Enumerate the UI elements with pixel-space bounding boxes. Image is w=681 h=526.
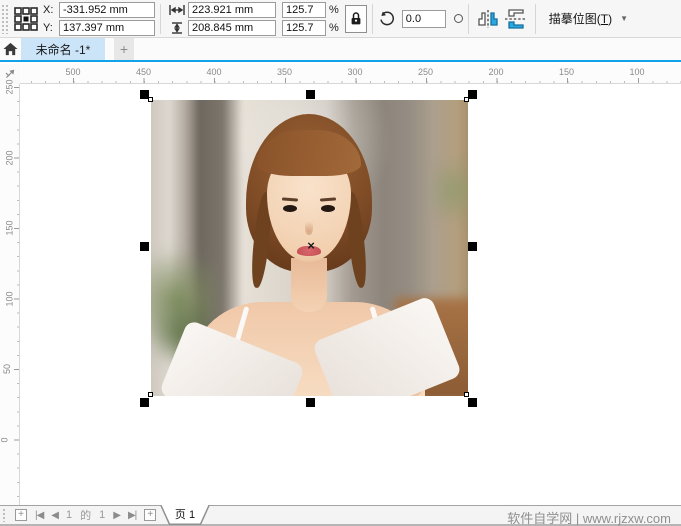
toolbar-grip[interactable] [1,4,8,34]
ruler-label: 50 [2,364,12,374]
separator [468,4,469,34]
add-page-after-button[interactable]: + [144,509,156,521]
ruler-label: 200 [488,67,503,77]
ruler-label: 0 [0,437,10,442]
selection-handle-bottom-right[interactable] [468,398,477,407]
home-icon [3,42,18,56]
ruler-label: 250 [5,79,15,94]
first-page-button[interactable]: |◀ [31,510,47,521]
drawing-canvas[interactable]: × [20,84,681,505]
portrait-neck [291,258,327,312]
separator [160,4,161,34]
page-tab-label[interactable]: 页 1 [160,505,210,524]
trace-bitmap-label: 描摹位图(T) [549,10,612,27]
y-label: Y: [43,22,59,34]
x-position-input[interactable] [59,2,155,18]
x-label: X: [43,4,59,16]
next-page-button[interactable]: ▶ [109,510,124,521]
chevron-down-icon: ▼ [620,14,628,23]
previous-page-button[interactable]: ◀ [47,510,62,521]
separator [535,4,536,34]
rotation-dial-icon[interactable] [454,14,463,23]
welcome-screen-button[interactable] [0,38,21,60]
bitmap-corner-node[interactable] [148,392,153,397]
selection-handle-top-middle[interactable] [306,90,315,99]
bitmap-corner-node[interactable] [464,97,469,102]
add-page-before-button[interactable]: + [15,509,27,521]
mirror-horizontal-button[interactable] [474,5,502,33]
position-fields: X: Y: [43,2,155,36]
vertical-ruler[interactable]: 250 200 150 100 50 0 [0,84,20,505]
selection-handle-bottom-middle[interactable] [306,398,315,407]
rotation-angle-input[interactable] [402,10,446,28]
portrait-eye [283,205,297,212]
rotation-group [378,10,463,28]
ruler-label: 100 [5,291,15,306]
total-page-number: 1 [95,509,109,521]
object-width-icon [169,4,185,16]
ruler-label: 400 [206,67,221,77]
workspace: 500 450 400 350 300 250 200 150 100 250 … [0,64,681,505]
lock-icon [350,11,362,26]
scale-y-percent: % [329,22,339,34]
y-position-input[interactable] [59,20,155,36]
status-bar: + |◀ ◀ 1 的 1 ▶ ▶| + 页 1 软件自学网 | www.rjzx… [0,505,681,526]
page-tab[interactable]: 页 1 [160,505,210,525]
scale-fields: % % [282,2,339,36]
bitmap-corner-node[interactable] [148,97,153,102]
watermark-text: 软件自学网 | www.rjzxw.com [507,508,671,526]
scale-x-percent: % [329,4,339,16]
new-document-tab-button[interactable]: + [114,38,134,60]
selection-handle-bottom-left[interactable] [140,398,149,407]
mirror-vertical-button[interactable] [502,5,530,33]
object-position-icon [13,6,39,32]
tab-document-untitled[interactable]: 未命名 -1* [21,38,105,60]
selection-center-marker[interactable]: × [304,239,318,253]
scale-y-input[interactable] [282,20,326,36]
property-bar: X: Y: [0,0,681,38]
ruler-label: 500 [65,67,80,77]
ruler-crosshair-icon [4,68,16,80]
object-height-input[interactable] [188,20,276,36]
bitmap-corner-node[interactable] [464,392,469,397]
ruler-label: 200 [5,150,15,165]
document-tab-bar: 未命名 -1* + [0,38,681,62]
ruler-label: 150 [5,220,15,235]
ruler-label: 350 [277,67,292,77]
selection-handle-middle-left[interactable] [140,242,149,251]
object-height-icon [169,22,185,34]
portrait-nose [305,218,313,235]
separator [372,4,373,34]
ruler-label: 100 [629,67,644,77]
lock-ratio-button[interactable] [345,5,367,33]
current-page-number: 1 [62,509,76,521]
statusbar-grip[interactable] [2,508,7,522]
object-width-input[interactable] [188,2,276,18]
horizontal-ruler[interactable]: 500 450 400 350 300 250 200 150 100 [20,64,681,84]
ruler-label: 300 [347,67,362,77]
ruler-label: 250 [418,67,433,77]
mirror-horizontal-icon [475,9,501,29]
ruler-label: 150 [559,67,574,77]
size-fields [166,2,276,36]
rotation-icon [378,10,396,28]
last-page-button[interactable]: ▶| [124,510,140,521]
selection-handle-middle-right[interactable] [468,242,477,251]
trace-bitmap-button[interactable]: 描摹位图(T) ▼ [541,4,636,34]
ruler-label: 450 [136,67,151,77]
mirror-vertical-icon [504,8,528,30]
page-of-label: 的 [76,507,95,523]
portrait-eye [321,205,335,212]
selection-handle-top-right[interactable] [468,90,477,99]
photo-plant-blur [433,148,468,233]
scale-x-input[interactable] [282,2,326,18]
coreldraw-window: X: Y: [0,0,681,526]
